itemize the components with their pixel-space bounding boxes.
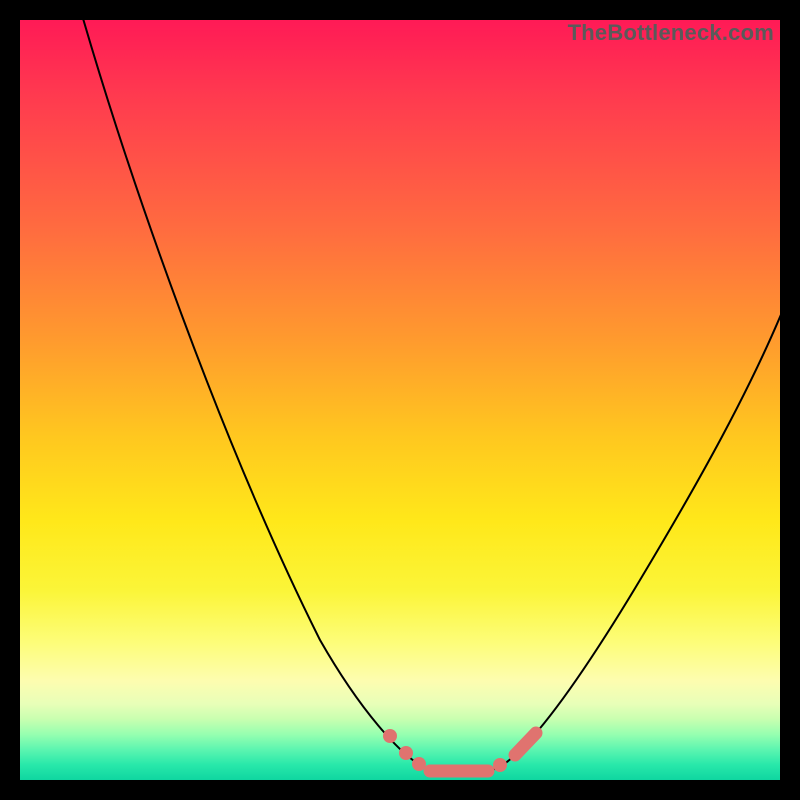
curve-trough bbox=[425, 768, 498, 773]
bottleneck-curve bbox=[20, 20, 780, 780]
curve-right-branch bbox=[498, 305, 780, 768]
trough-bead bbox=[399, 746, 413, 760]
trough-bead bbox=[412, 757, 426, 771]
trough-bead bbox=[493, 758, 507, 772]
trough-bead bbox=[383, 729, 397, 743]
chart-plot-area: TheBottleneck.com bbox=[20, 20, 780, 780]
curve-left-branch bbox=[82, 20, 425, 768]
trough-marker-right bbox=[515, 733, 536, 755]
watermark-text: TheBottleneck.com bbox=[568, 20, 774, 46]
